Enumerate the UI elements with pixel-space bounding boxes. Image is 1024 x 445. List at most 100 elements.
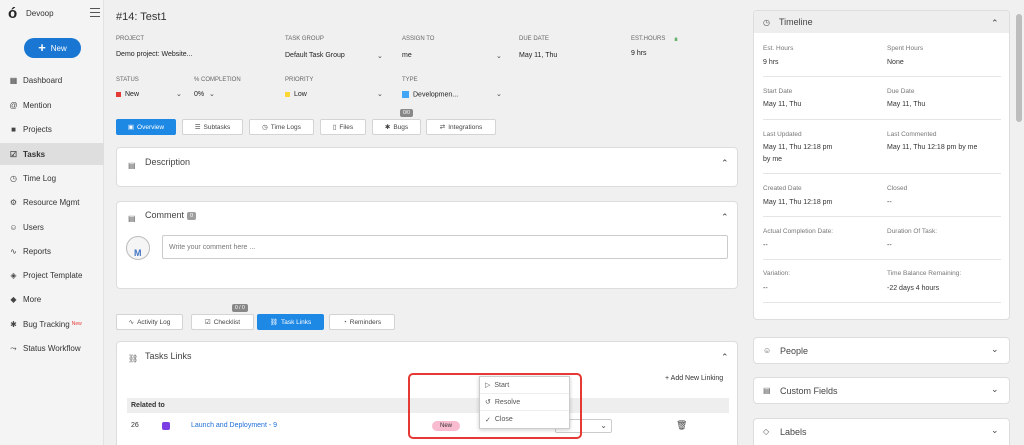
due-date-field[interactable]: May 11, Thu <box>519 52 557 59</box>
sidebar-item-time-log[interactable]: ◷ Time Log <box>0 167 104 189</box>
labels-title: Labels <box>780 427 807 437</box>
divider <box>763 259 1001 260</box>
sidebar-item-project-template[interactable]: ◈ Project Template <box>0 264 104 286</box>
chevron-down-icon[interactable]: ⌄ <box>991 425 999 436</box>
completion-select[interactable]: 0% <box>194 91 204 98</box>
add-new-linking-button[interactable]: + Add New Linking <box>665 375 723 382</box>
assign-to-select[interactable]: me <box>402 52 412 59</box>
last-updated-value: May 11, Thu 12:18 pm <box>763 144 833 151</box>
tab-files[interactable]: ▯ Files <box>320 119 366 135</box>
tab-task-links[interactable]: ⛓ Task Links <box>257 314 324 330</box>
chevron-down-icon: ⌄ <box>600 421 607 430</box>
timer-icon[interactable]: ⏸ <box>674 35 678 45</box>
chevron-down-icon[interactable]: ⌄ <box>496 90 502 98</box>
scrollbar[interactable] <box>1016 14 1022 122</box>
type-select[interactable]: Developmen... <box>402 91 458 98</box>
project-value[interactable]: Demo project: Website... <box>116 51 193 58</box>
sidebar-item-status-workflow[interactable]: ⤳ Status Workflow <box>0 337 104 359</box>
timeline-card: ◷ Timeline ⌃ Est. Hours 9 hrs Spent Hour… <box>753 10 1010 320</box>
status-select[interactable]: New <box>116 91 139 98</box>
custom-fields-panel[interactable]: ▤ Custom Fields ⌄ <box>753 377 1010 404</box>
new-button[interactable]: + New <box>24 38 81 58</box>
chevron-down-icon[interactable]: ⌄ <box>496 52 502 60</box>
priority-value: Low <box>294 91 307 98</box>
chevron-down-icon[interactable]: ⌄ <box>991 344 999 355</box>
layers-icon: ◈ <box>10 270 17 280</box>
chevron-down-icon[interactable]: ⌄ <box>377 52 383 60</box>
custom-fields-title: Custom Fields <box>780 386 838 396</box>
last-updated-by: by me <box>763 156 783 163</box>
tab-subtasks[interactable]: ☰ Subtasks <box>182 119 243 135</box>
chevron-down-icon[interactable]: ⌄ <box>991 384 999 395</box>
labels-panel[interactable]: ◇ Labels ⌄ <box>753 418 1010 445</box>
est-hours-value: 9 hrs <box>631 50 647 57</box>
sidebar-item-label: Resource Mgmt <box>23 197 80 207</box>
sidebar-item-projects[interactable]: ■ Projects <box>0 118 104 140</box>
sidebar-item-resource-mgmt[interactable]: ⚙ Resource Mgmt <box>0 191 104 213</box>
tab-label: Overview <box>137 123 165 131</box>
menu-toggle-icon[interactable] <box>90 8 100 17</box>
chevron-down-icon[interactable]: ⌄ <box>377 90 383 98</box>
activity-icon: ∿ <box>128 319 135 326</box>
collapse-chevron-icon[interactable]: ⌃ <box>721 352 729 363</box>
priority-select[interactable]: Low <box>285 91 307 98</box>
actual-completion-label: Actual Completion Date: <box>763 228 834 235</box>
sidebar-item-bug-tracking[interactable]: ✱ Bug Tracking New <box>0 313 104 335</box>
description-card: ▤ Description ⌃ <box>116 147 738 187</box>
task-group-select[interactable]: Default Task Group <box>285 52 345 59</box>
tab-label: Integrations <box>448 123 483 131</box>
collapse-chevron-icon[interactable]: ⌃ <box>721 212 729 223</box>
comment-input[interactable]: Write your comment here ... <box>162 235 728 259</box>
chevron-down-icon[interactable]: ⌄ <box>209 90 215 98</box>
chevron-down-icon[interactable]: ⌄ <box>176 90 182 98</box>
collapse-chevron-icon[interactable]: ⌃ <box>721 158 729 169</box>
tab-overview[interactable]: ▣ Overview <box>116 119 176 135</box>
created-date-value: May 11, Thu 12:18 pm <box>763 199 833 206</box>
link-icon: ⛓ <box>269 319 278 326</box>
tab-integrations[interactable]: ⇄ Integrations <box>426 119 496 135</box>
balance-label: Time Balance Remaining: <box>887 270 962 277</box>
priority-label: PRIORITY <box>285 77 314 83</box>
created-date-label: Created Date <box>763 185 802 192</box>
delete-icon[interactable]: 🗑 <box>676 420 687 431</box>
start-date-label: Start Date <box>763 88 793 95</box>
avatar <box>126 236 150 260</box>
sidebar-item-reports[interactable]: ∿ Reports <box>0 240 104 262</box>
tab-reminders[interactable]: ◔ Reminders <box>329 314 395 330</box>
linked-task-link[interactable]: Launch and Deployment - 9 <box>191 422 277 429</box>
bugs-count-badge: 0/0 <box>400 109 413 117</box>
tab-activity-log[interactable]: ∿ Activity Log <box>116 314 183 330</box>
description-icon: ▤ <box>128 161 136 170</box>
sidebar-item-mention[interactable]: @ Mention <box>0 94 104 116</box>
tab-bugs[interactable]: ✱ Bugs <box>372 119 421 135</box>
at-icon: @ <box>9 100 18 110</box>
sidebar-item-tasks[interactable]: ☑ Tasks <box>0 143 104 165</box>
tab-time-logs[interactable]: ◷ Time Logs <box>249 119 314 135</box>
people-panel[interactable]: ☺ People ⌄ <box>753 337 1010 364</box>
actual-completion-value: -- <box>763 242 768 249</box>
assign-to-label: ASSIGN TO <box>402 36 435 42</box>
last-commented-label: Last Commented <box>887 131 937 138</box>
related-to-label: Related to <box>131 402 165 409</box>
divider <box>763 76 1001 77</box>
dashboard-icon: ▦ <box>9 75 18 85</box>
timeline-title: Timeline <box>779 17 813 27</box>
duration-label: Duration Of Task: <box>887 228 938 235</box>
sidebar-item-dashboard[interactable]: ▦ Dashboard <box>0 69 104 91</box>
code-icon <box>402 91 409 98</box>
type-label: TYPE <box>402 77 418 83</box>
sidebar: ó Devoop + New ▦ Dashboard @ Mention ■ Proj… <box>0 0 104 445</box>
sidebar-item-more[interactable]: ◆ More <box>0 288 104 310</box>
collapse-chevron-icon[interactable]: ⌃ <box>991 18 999 29</box>
variation-label: Variation: <box>763 270 790 277</box>
checkbox-icon: ☑ <box>9 149 18 159</box>
sidebar-item-label: Dashboard <box>23 75 63 85</box>
new-badge: New <box>71 321 82 327</box>
sidebar-item-users[interactable]: ☺ Users <box>0 216 104 238</box>
tab-checklist[interactable]: ☑ Checklist <box>191 314 254 330</box>
subtasks-icon: ☰ <box>194 124 201 131</box>
new-button-label: New <box>50 43 67 53</box>
variation-value: -- <box>763 285 768 292</box>
bug-icon: ✱ <box>10 319 17 329</box>
due-date-label: DUE DATE <box>519 36 549 42</box>
